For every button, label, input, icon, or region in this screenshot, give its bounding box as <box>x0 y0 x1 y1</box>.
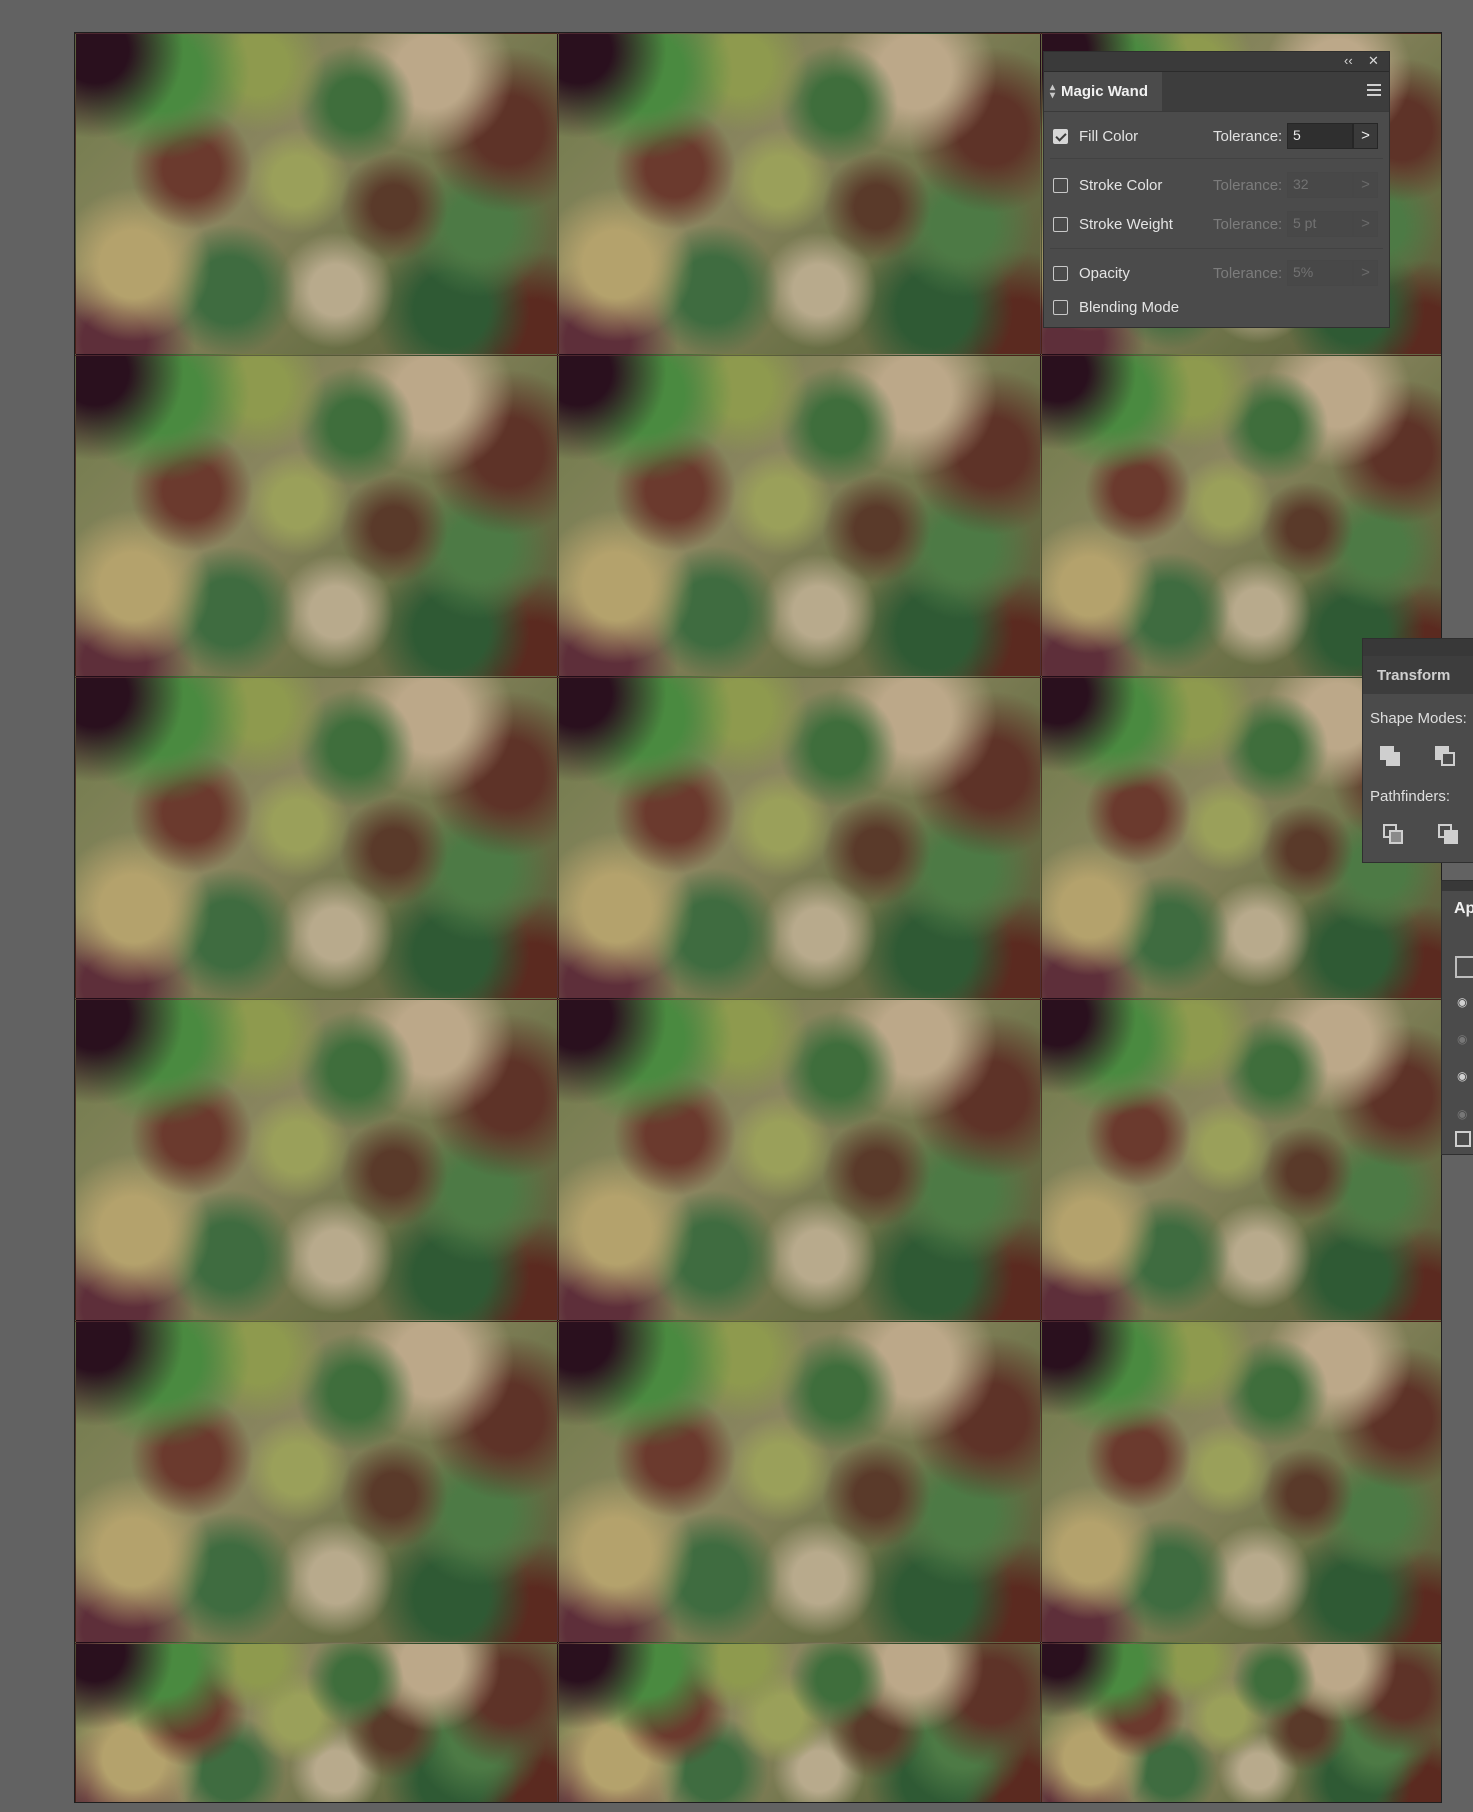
image-tile <box>558 33 1041 355</box>
fill-color-label: Fill Color <box>1079 127 1139 145</box>
blending-mode-label: Blending Mode <box>1079 298 1180 316</box>
tab-title: Ap <box>1454 900 1473 917</box>
fill-color-tolerance-arrow-button[interactable]: > <box>1353 123 1378 149</box>
panel-title-strip: ‹‹ ✕ <box>1044 52 1389 72</box>
stroke-weight-tolerance-input[interactable]: 5 pt <box>1287 211 1353 237</box>
image-tile <box>1041 1643 1441 1802</box>
fill-color-checkbox[interactable] <box>1053 128 1068 144</box>
panel-title-strip <box>1442 881 1473 891</box>
image-tile <box>558 999 1041 1321</box>
image-tile <box>558 355 1041 677</box>
stroke-weight-label: Stroke Weight <box>1079 215 1173 233</box>
magic-wand-panel: ‹‹ ✕ ▴ ▾ Magic Wand Fill Color Tolerance:… <box>1043 51 1390 328</box>
stroke-color-tolerance-label: Tolerance: <box>1213 176 1283 194</box>
tab-transform[interactable]: Transform <box>1363 656 1473 694</box>
appearance-panel: Ap ◉ ◉ ◉ ◉ <box>1441 880 1473 1155</box>
visibility-eye-icon[interactable]: ◉ <box>1457 1107 1467 1121</box>
opacity-tolerance-input[interactable]: 5% <box>1287 260 1353 286</box>
blending-mode-checkbox[interactable] <box>1053 299 1068 315</box>
fill-color-tolerance-input[interactable]: 5 <box>1287 123 1353 149</box>
option-stroke-color: Stroke Color Tolerance: 32 > <box>1044 171 1389 199</box>
stroke-color-label: Stroke Color <box>1079 176 1163 194</box>
divide-icon[interactable] <box>1383 824 1405 846</box>
stroke-color-tolerance-input[interactable]: 32 <box>1287 172 1353 198</box>
stroke-weight-tolerance-arrow-button[interactable]: > <box>1353 211 1378 237</box>
tab-title: Transform <box>1377 666 1451 684</box>
unite-icon[interactable] <box>1380 746 1402 768</box>
shape-modes-label: Shape Modes: <box>1370 710 1467 727</box>
panel-tab-row: ▴ ▾ Magic Wand <box>1044 72 1389 112</box>
visibility-eye-icon[interactable]: ◉ <box>1457 1032 1467 1046</box>
image-tile <box>558 1643 1041 1802</box>
stroke-weight-checkbox[interactable] <box>1053 216 1068 232</box>
image-tile <box>75 999 558 1321</box>
panel-title-strip <box>1363 639 1473 656</box>
tab-title: Magic Wand <box>1061 83 1148 100</box>
image-tile <box>75 1321 558 1643</box>
square-icon[interactable] <box>1455 1131 1471 1147</box>
fill-color-tolerance-label: Tolerance: <box>1213 127 1283 145</box>
image-tile <box>75 1643 558 1802</box>
stroke-weight-tolerance-label: Tolerance: <box>1213 215 1283 233</box>
trim-icon[interactable] <box>1438 824 1460 846</box>
opacity-checkbox[interactable] <box>1053 265 1068 281</box>
pathfinders-label: Pathfinders: <box>1370 788 1451 805</box>
panel-menu-icon[interactable] <box>1367 84 1381 99</box>
pathfinder-panel: Transform Shape Modes: Pathfinders: <box>1362 638 1473 863</box>
image-tile <box>75 355 558 677</box>
stroke-color-tolerance-arrow-button[interactable]: > <box>1353 172 1378 198</box>
visibility-eye-icon[interactable]: ◉ <box>1457 1069 1467 1083</box>
image-tile <box>1041 1321 1441 1643</box>
option-stroke-weight: Stroke Weight Tolerance: 5 pt > <box>1044 210 1389 238</box>
image-tile <box>1041 355 1441 677</box>
tab-collapse-arrows-icon[interactable]: ▴ ▾ <box>1050 82 1055 100</box>
option-blending-mode: Blending Mode <box>1044 293 1389 321</box>
image-tile <box>558 677 1041 999</box>
separator <box>1050 248 1383 249</box>
image-tile <box>558 1321 1041 1643</box>
option-opacity: Opacity Tolerance: 5% > <box>1044 259 1389 287</box>
visibility-eye-icon[interactable]: ◉ <box>1457 995 1467 1009</box>
minus-front-icon[interactable] <box>1435 746 1457 768</box>
separator <box>1050 158 1383 159</box>
swatch-box[interactable] <box>1455 956 1473 978</box>
close-panel-button[interactable]: ✕ <box>1368 53 1379 69</box>
opacity-tolerance-arrow-button[interactable]: > <box>1353 260 1378 286</box>
tab-appearance[interactable]: Ap <box>1442 891 1473 927</box>
opacity-tolerance-label: Tolerance: <box>1213 264 1283 282</box>
image-tile <box>75 33 558 355</box>
stroke-color-checkbox[interactable] <box>1053 177 1068 193</box>
image-tile <box>75 677 558 999</box>
opacity-label: Opacity <box>1079 264 1130 282</box>
collapse-panel-button[interactable]: ‹‹ <box>1344 53 1353 68</box>
image-tile <box>1041 999 1441 1321</box>
option-fill-color: Fill Color Tolerance: 5 > <box>1044 122 1389 150</box>
tab-magic-wand[interactable]: ▴ ▾ Magic Wand <box>1044 72 1162 111</box>
